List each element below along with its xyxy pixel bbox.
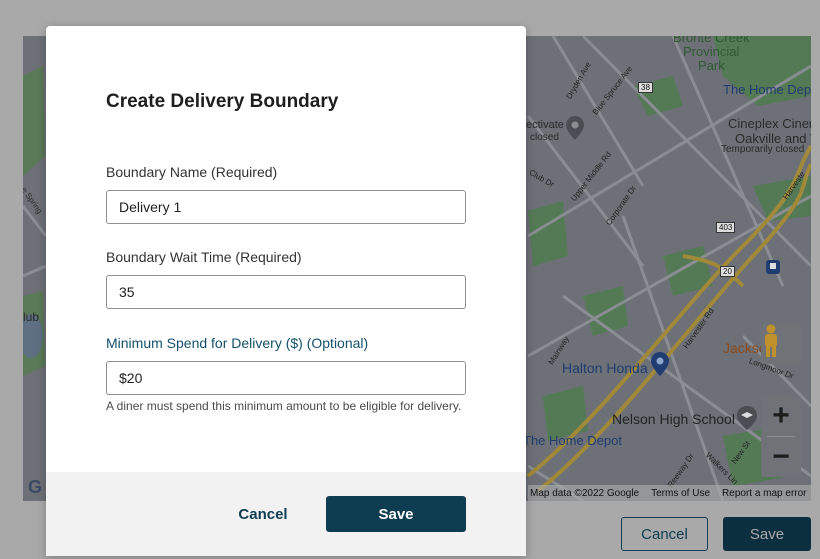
zoom-control: + − bbox=[761, 396, 801, 477]
map-label-home-depot-top: The Home Dep bbox=[723, 82, 811, 97]
map-label-closed: closed bbox=[530, 132, 559, 143]
map-label-ectivate: ectivate bbox=[526, 119, 564, 131]
boundary-wait-time-label: Boundary Wait Time (Required) bbox=[106, 249, 302, 265]
minimum-spend-input[interactable] bbox=[106, 361, 466, 395]
minimum-spend-label: Minimum Spend for Delivery ($) (Optional… bbox=[106, 335, 369, 351]
map-label-nelson-high-school: Nelson High School bbox=[612, 411, 735, 427]
map-footer: Map data ©2022 Google Terms of Use Repor… bbox=[528, 485, 811, 501]
dialog-footer: Cancel Save bbox=[46, 472, 526, 556]
map-label-halton-honda: Halton Honda bbox=[562, 360, 648, 376]
zoom-out-icon[interactable]: − bbox=[761, 437, 801, 477]
map-label-provincial: Provincial bbox=[683, 44, 740, 59]
pegman-icon[interactable] bbox=[761, 324, 801, 364]
map-label-club: lub bbox=[23, 310, 40, 324]
route-38-shield: 38 bbox=[638, 82, 653, 93]
minimum-spend-hint: A diner must spend this minimum amount t… bbox=[106, 399, 462, 413]
map-label-park: Park bbox=[698, 58, 725, 73]
map-label-home-depot-bottom: The Home Depot bbox=[523, 433, 622, 448]
route-20-shield: 20 bbox=[720, 266, 735, 277]
page-cancel-button[interactable]: Cancel bbox=[621, 517, 708, 551]
cancel-button[interactable]: Cancel bbox=[206, 496, 320, 532]
create-delivery-boundary-dialog: Create Delivery Boundary Boundary Name (… bbox=[46, 26, 526, 556]
boundary-name-input[interactable] bbox=[106, 190, 466, 224]
google-logo: G bbox=[28, 477, 43, 497]
dialog-title: Create Delivery Boundary bbox=[106, 91, 339, 112]
map-label-cineplex: Cineplex Cinemas bbox=[728, 116, 811, 131]
report-map-error-link[interactable]: Report a map error bbox=[722, 488, 806, 499]
boundary-name-label: Boundary Name (Required) bbox=[106, 164, 278, 180]
page-save-button[interactable]: Save bbox=[723, 517, 811, 551]
zoom-in-icon[interactable]: + bbox=[761, 396, 801, 436]
terms-of-use-link[interactable]: Terms of Use bbox=[651, 488, 710, 499]
boundary-wait-time-input[interactable] bbox=[106, 275, 466, 309]
save-button[interactable]: Save bbox=[326, 496, 466, 532]
map-data-attribution: Map data ©2022 Google bbox=[530, 487, 640, 499]
route-403-shield: 403 bbox=[716, 222, 736, 233]
map-label-temporarily-closed: Temporarily closed bbox=[721, 144, 805, 155]
